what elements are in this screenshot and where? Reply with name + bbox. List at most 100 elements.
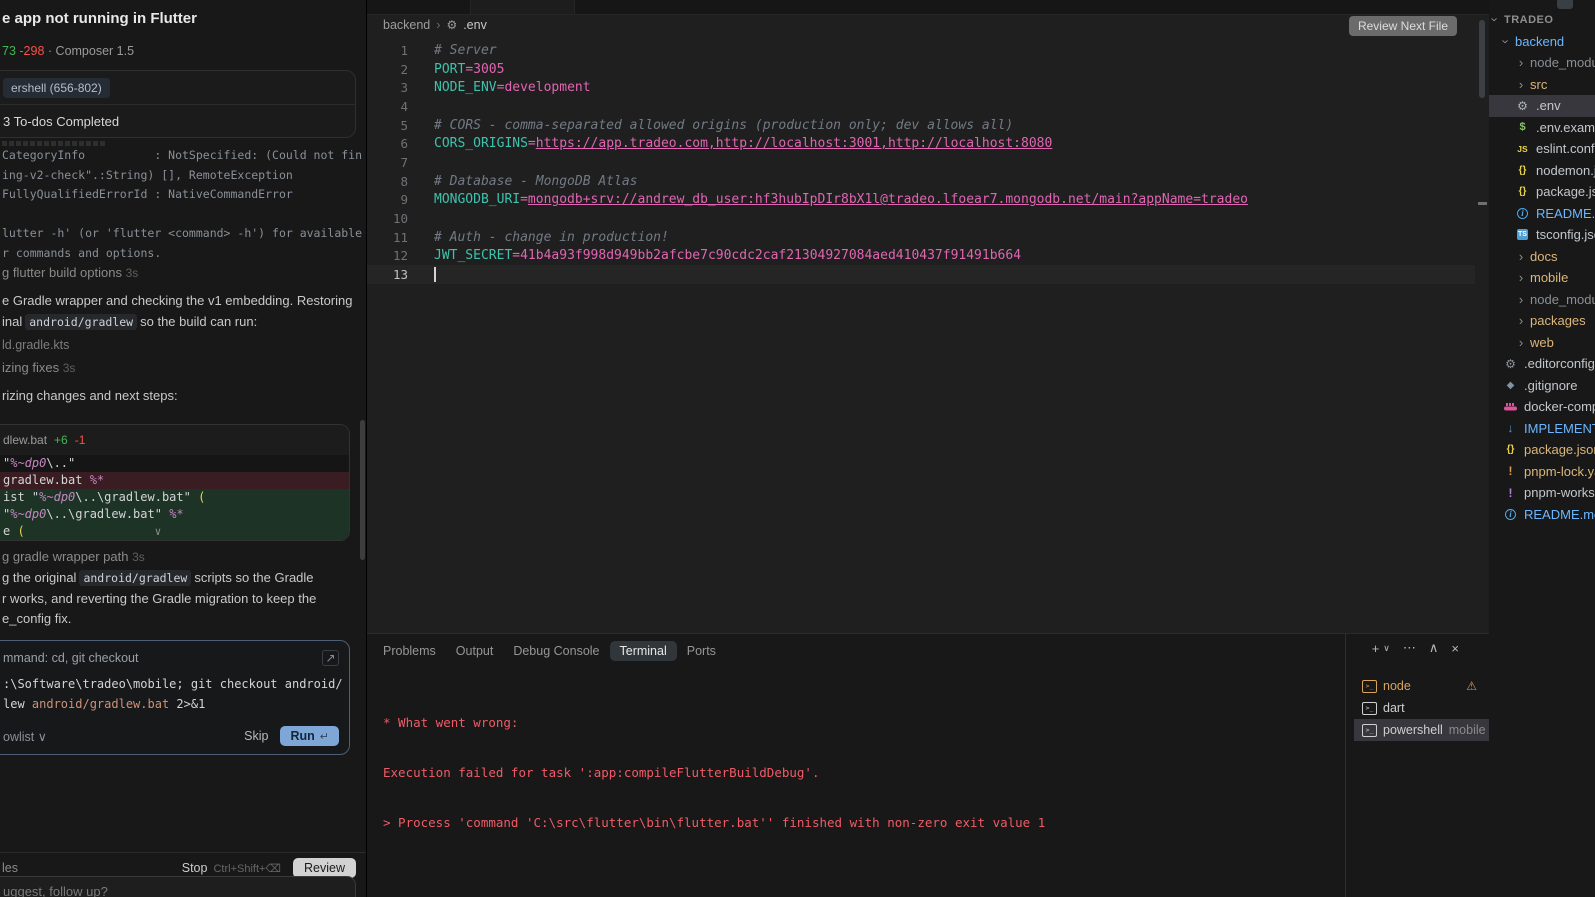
more-actions-icon[interactable]: ⋯ [1403,640,1416,656]
terminal-icon: >_ [1362,679,1377,693]
explorer-folder-mobile[interactable]: mobile [1489,267,1595,289]
explorer-file-tsconfig[interactable]: tsconfig.json [1489,224,1595,246]
code-line[interactable]: 1 # Server [367,41,1475,60]
open-in-terminal-icon[interactable]: ↗ [322,650,339,666]
review-button[interactable]: Review [293,858,356,878]
json-file-icon [1515,185,1530,199]
step-finalizing-fixes[interactable]: izing fixes 3s [2,360,356,375]
stop-button[interactable]: Stop [182,861,208,875]
code-line-active[interactable]: 13 [367,265,1475,284]
tab-ports[interactable]: Ports [687,644,716,658]
chevron-right-icon [1515,313,1527,328]
explorer-file-package-json[interactable]: package.json [1489,181,1595,203]
diff-expand-chevron-icon[interactable]: ∨ [155,523,162,540]
chevron-down-icon: ∨ [37,729,47,744]
tab-debug-console[interactable]: Debug Console [513,644,599,658]
explorer-file-implementation[interactable]: IMPLEMENTATION.md [1489,418,1595,440]
allowlist-dropdown[interactable]: owlist ∨ [3,729,47,744]
step-gradle-wrapper-path[interactable]: g gradle wrapper path 3s [2,549,356,564]
code-line[interactable]: 3 NODE_ENV=development [367,78,1475,97]
chevron-right-icon [1515,270,1527,285]
explorer-file-docker-compose[interactable]: docker-compose.yml [1489,396,1595,418]
chat-scrollbar[interactable] [360,420,365,560]
lines-removed: -298 [19,44,45,58]
explorer-folder-web[interactable]: web [1489,332,1595,354]
tab-output[interactable]: Output [456,644,494,658]
code-line[interactable]: 5 # CORS - comma-separated allowed origin… [367,116,1475,135]
explorer-file-pnpm-lock[interactable]: pnpm-lock.yaml [1489,461,1595,483]
breadcrumb: backend › ⚙ .env [383,18,487,32]
explorer-folder-packages[interactable]: packages [1489,310,1595,332]
chat-input[interactable] [0,877,333,897]
gear-icon [1515,99,1530,113]
maximize-panel-icon[interactable]: ∧ [1429,640,1439,656]
explorer-folder-backend[interactable]: backend [1489,31,1595,53]
code-line[interactable]: 8 # Database - MongoDB Atlas [367,172,1475,191]
code-line[interactable]: 7 [367,153,1475,172]
todos-label: 3 To-dos Completed [3,114,120,129]
code-line[interactable]: 2 PORT=3005 [367,60,1475,79]
breadcrumb-folder[interactable]: backend [383,18,430,32]
explorer-root-tradeo[interactable]: TRADEO [1489,9,1595,31]
diff-filename: dlew.bat [3,433,48,447]
code-line[interactable]: 10 [367,209,1475,228]
code-line[interactable]: 9 MONGODB_URI=mongodb+srv://andrew_db_use… [367,191,1475,210]
explorer-file-pnpm-workspace[interactable]: pnpm-workspace.yaml [1489,482,1595,504]
code-line[interactable]: 11 # Auth - change in production! [367,228,1475,247]
diff-card-gradlew-bat[interactable]: dlew.bat +6 -1 "%~dp0\.." gradlew.bat %*… [0,424,350,541]
shell-run-row[interactable]: ershell (656-802) [0,71,355,104]
terminal-output[interactable]: * What went wrong: Execution failed for … [383,682,1045,897]
diff-added-line: "%~dp0\..\gradlew.bat" %* [0,506,349,523]
divider [0,852,366,853]
active-tab-stub[interactable] [470,0,575,14]
file-reference[interactable]: ld.gradle.kts [2,338,356,352]
editor-scrollbar[interactable] [1479,20,1485,98]
review-next-file-button[interactable]: Review Next File [1348,16,1457,36]
diff-added-count: +6 [54,433,68,447]
diff-header[interactable]: dlew.bat +6 -1 [0,425,349,455]
bottom-panel: Problems Output Debug Console Terminal P… [367,633,1489,897]
code-line[interactable]: 4 [367,97,1475,116]
terminal-item-powershell[interactable]: >_ powershell mobile [1354,719,1489,741]
terminal-item-node[interactable]: >_ node ⚠ [1354,675,1489,697]
explorer-file-gitignore[interactable]: .gitignore [1489,375,1595,397]
env-file-icon [1515,120,1530,134]
explorer-file-eslint-config[interactable]: eslint.config.js [1489,138,1595,160]
url-link[interactable]: mongodb+srv://andrew_db_user:hf3hubIpDIr… [528,192,1248,207]
explorer-folder-node-modules[interactable]: node_modules [1489,52,1595,74]
explorer-folder-node-modules[interactable]: node_modules [1489,289,1595,311]
breadcrumb-file[interactable]: .env [463,18,487,32]
toolbar-icon-partial [1557,0,1573,9]
powershell-badge[interactable]: ershell (656-802) [3,77,110,98]
url-link[interactable]: https://app.tradeo.com,http://localhost:… [536,136,1053,151]
explorer-file-env-example[interactable]: .env.example [1489,117,1595,139]
ts-file-icon [1515,228,1530,242]
explorer-file-env-selected[interactable]: .env [1489,95,1595,117]
close-panel-icon[interactable]: × [1451,641,1459,656]
chat-input-box[interactable] [0,876,356,897]
terminal-item-dart[interactable]: >_ dart [1354,697,1489,719]
explorer-folder-src[interactable]: src [1489,74,1595,96]
chevron-down-icon[interactable]: ∨ [1383,643,1390,654]
explorer-file-editorconfig[interactable]: .editorconfig [1489,353,1595,375]
tab-terminal[interactable]: Terminal [609,641,677,661]
diff-context-line: "%~dp0\.." [3,456,76,470]
explorer-file-readme-root[interactable]: README.md [1489,504,1595,526]
todos-row[interactable]: 3 To-dos Completed [0,104,355,138]
explorer-folder-docs[interactable]: docs [1489,246,1595,268]
new-terminal-icon[interactable]: + [1372,641,1380,656]
explorer-file-package-json-root[interactable]: package.json [1489,439,1595,461]
explorer-file-readme[interactable]: README.md [1489,203,1595,225]
gear-icon: ⚙ [446,18,458,32]
explorer-file-nodemon[interactable]: nodemon.json [1489,160,1595,182]
run-button[interactable]: Run ↵ [280,726,339,746]
editor-tab-strip[interactable] [367,0,1489,15]
code-line[interactable]: 12 JWT_SECRET=41b4a93f998d949bb2afcbe7c90… [367,247,1475,266]
skip-button[interactable]: Skip [244,729,268,743]
step-flutter-build-options[interactable]: g flutter build options 3s [2,265,356,280]
inline-code-gradlew: android/gradlew [25,313,138,330]
chat-meta: 73 -298 · Composer 1.5 [2,44,356,58]
code-line[interactable]: 6 CORS_ORIGINS=https://app.tradeo.com,htt… [367,134,1475,153]
tab-problems[interactable]: Problems [383,644,436,658]
json-file-icon [1515,163,1530,177]
